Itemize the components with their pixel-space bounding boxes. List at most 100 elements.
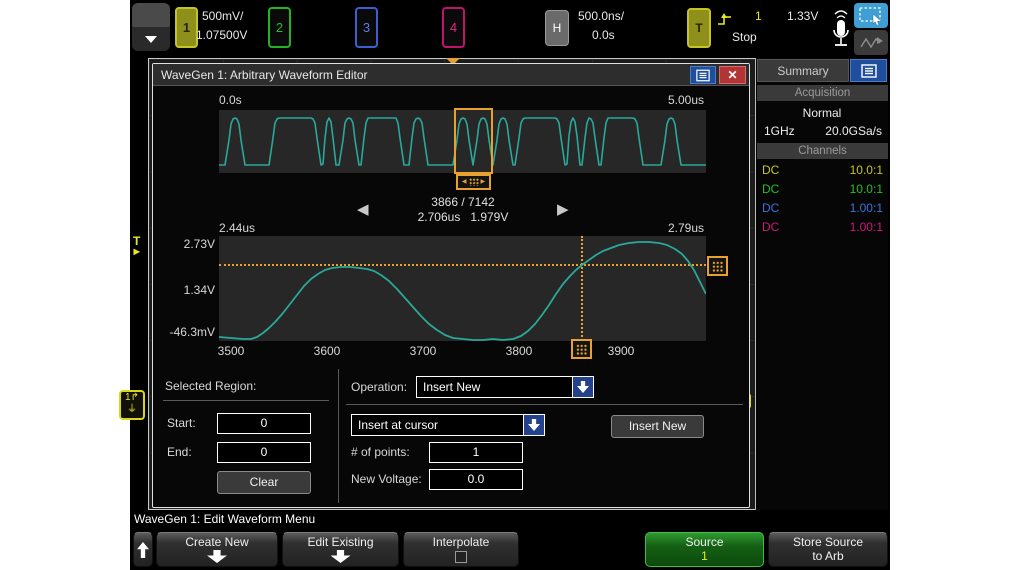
horizontal-button[interactable]: H	[545, 10, 569, 46]
interpolate-softkey[interactable]: Interpolate	[403, 532, 519, 567]
left-rule	[163, 400, 329, 401]
scope-photo: 1 500mV/ 1.07500V 2 3 4 H 500.0ns/ 0.0s …	[0, 0, 1020, 570]
tab-summary[interactable]: Summary	[757, 59, 849, 82]
trigger-source: 1	[755, 9, 762, 23]
ch2-coupling: DC	[762, 182, 780, 196]
channel4-label: 4	[449, 20, 458, 35]
trigger-label: T	[695, 21, 703, 35]
clear-button[interactable]: Clear	[217, 471, 311, 494]
time-cursor-handle[interactable]	[571, 339, 592, 359]
end-input[interactable]: 0	[217, 442, 311, 463]
softkey-down-arrow-icon	[330, 550, 351, 563]
channel1-scale[interactable]: 500mV/	[202, 9, 243, 23]
acquisition-header: Acquisition	[757, 85, 888, 101]
cursor-readout: 2.706us 1.979V	[363, 210, 563, 224]
grip-dots-icon	[468, 178, 479, 186]
bandwidth: 1GHz	[764, 124, 795, 138]
waveform-tool-button[interactable]	[854, 30, 888, 55]
dialog-menu-button[interactable]	[690, 66, 716, 84]
insert-mode-dropdown[interactable]: Insert at cursor	[351, 414, 545, 436]
trigger-level[interactable]: 1.33V	[787, 9, 818, 23]
trigger-button[interactable]: T	[687, 8, 711, 48]
channel3-button[interactable]: 3	[355, 7, 378, 48]
grip-dots-icon	[712, 260, 723, 272]
xtick-3800: 3800	[505, 344, 533, 358]
ch3-probe-ratio: 1.00:1	[849, 201, 883, 215]
insert-mode-value: Insert at cursor	[358, 418, 439, 432]
ch2-probe-ratio: 10.0:1	[849, 182, 883, 196]
ch3-coupling: DC	[762, 201, 780, 215]
xtick-3600: 3600	[313, 344, 341, 358]
sidebar-menu-button[interactable]	[850, 59, 887, 82]
create-new-softkey[interactable]: Create New	[156, 532, 278, 567]
menu-back-button[interactable]	[133, 532, 153, 567]
operation-dropdown[interactable]: Insert New	[416, 376, 594, 398]
summary-tab-label: Summary	[777, 63, 829, 78]
channel4-button[interactable]: 4	[442, 7, 465, 48]
edge-trigger-icon	[718, 13, 731, 25]
ch1-coupling: DC	[762, 163, 780, 177]
xtick-3700: 3700	[409, 344, 437, 358]
oscilloscope-screen: 1 500mV/ 1.07500V 2 3 4 H 500.0ns/ 0.0s …	[119, 0, 890, 570]
voltage-cursor-handle[interactable]	[707, 256, 728, 276]
up-arrow-icon	[137, 542, 149, 558]
source-softkey[interactable]: Source 1	[645, 532, 764, 567]
xtick-3500: 3500	[217, 344, 245, 358]
ytick-top: 2.73V	[183, 237, 215, 251]
overview-end-time: 5.00us	[667, 93, 704, 107]
xtick-3900: 3900	[607, 344, 635, 358]
selection-drag-handle[interactable]: ◀ ▶	[456, 174, 491, 190]
ytick-bottom: -46.3mV	[169, 325, 215, 339]
channel1-ground-marker[interactable]: 1↱ ⏚	[119, 390, 145, 420]
controls-divider	[338, 369, 339, 503]
overview-selection-box[interactable]	[454, 108, 493, 174]
ch4-probe-ratio: 1.00:1	[849, 220, 883, 234]
dropdown-arrow-icon[interactable]	[572, 376, 594, 398]
softkey-bar: Create New Edit Existing Interpolate Sou…	[130, 530, 890, 570]
edit-existing-softkey[interactable]: Edit Existing	[282, 532, 399, 567]
operation-value: Insert New	[423, 380, 481, 394]
channel1-button[interactable]: 1	[175, 7, 198, 48]
interpolate-label: Interpolate	[432, 535, 490, 549]
ch4-coupling: DC	[762, 220, 780, 234]
create-new-label: Create New	[185, 535, 249, 549]
microphone-icon[interactable]	[830, 6, 852, 52]
waveform-zigzag-icon	[860, 36, 883, 48]
dropdown-arrow-icon[interactable]	[523, 414, 545, 436]
channel1-offset[interactable]: 1.07500V	[196, 28, 247, 42]
wavegen-editor-dialog: WaveGen 1: Arbitrary Waveform Editor ✕ 0…	[152, 63, 750, 508]
list-menu-icon	[696, 69, 710, 81]
channel3-label: 3	[362, 20, 371, 35]
list-menu-icon	[860, 63, 877, 78]
zoom-waveform-plot[interactable]	[219, 236, 706, 341]
sample-rate: 20.0GSa/s	[825, 124, 882, 138]
voltage-label: New Voltage:	[351, 472, 422, 486]
voltage-input[interactable]: 0.0	[429, 469, 523, 490]
timebase-delay[interactable]: 0.0s	[592, 28, 615, 42]
dialog-title-bar[interactable]: WaveGen 1: Arbitrary Waveform Editor ✕	[153, 64, 749, 86]
sidebar-dropdown-button[interactable]	[132, 3, 170, 51]
softkey-down-arrow-icon	[207, 550, 227, 563]
dialog-close-button[interactable]: ✕	[719, 66, 746, 84]
channel3-summary-row: DC 1.00:1	[760, 201, 885, 219]
points-input[interactable]: 1	[429, 442, 523, 463]
drag-left-icon: ◀	[461, 179, 467, 185]
cursor-time: 2.706us	[417, 210, 461, 224]
trigger-level-marker[interactable]: T ▶	[133, 235, 140, 257]
end-label: End:	[167, 445, 192, 459]
grip-dots-icon	[576, 343, 587, 355]
timebase-scale[interactable]: 500.0ns/	[578, 9, 624, 23]
selection-tool-button[interactable]	[854, 3, 888, 28]
channel2-summary-row: DC 10.0:1	[760, 182, 885, 200]
channel1-summary-row: DC 10.0:1	[760, 163, 885, 181]
overview-start-time: 0.0s	[219, 93, 242, 107]
insert-new-button[interactable]: Insert New	[611, 415, 704, 438]
channel4-summary-row: DC 1.00:1	[760, 220, 885, 238]
start-input[interactable]: 0	[217, 413, 311, 434]
channel2-button[interactable]: 2	[268, 7, 291, 48]
zoomed-waveform	[219, 241, 706, 341]
store-source-softkey[interactable]: Store Source to Arb	[768, 532, 888, 567]
interpolate-checkbox[interactable]	[455, 551, 467, 563]
source-value: 1	[701, 549, 708, 563]
start-label: Start:	[167, 416, 196, 430]
